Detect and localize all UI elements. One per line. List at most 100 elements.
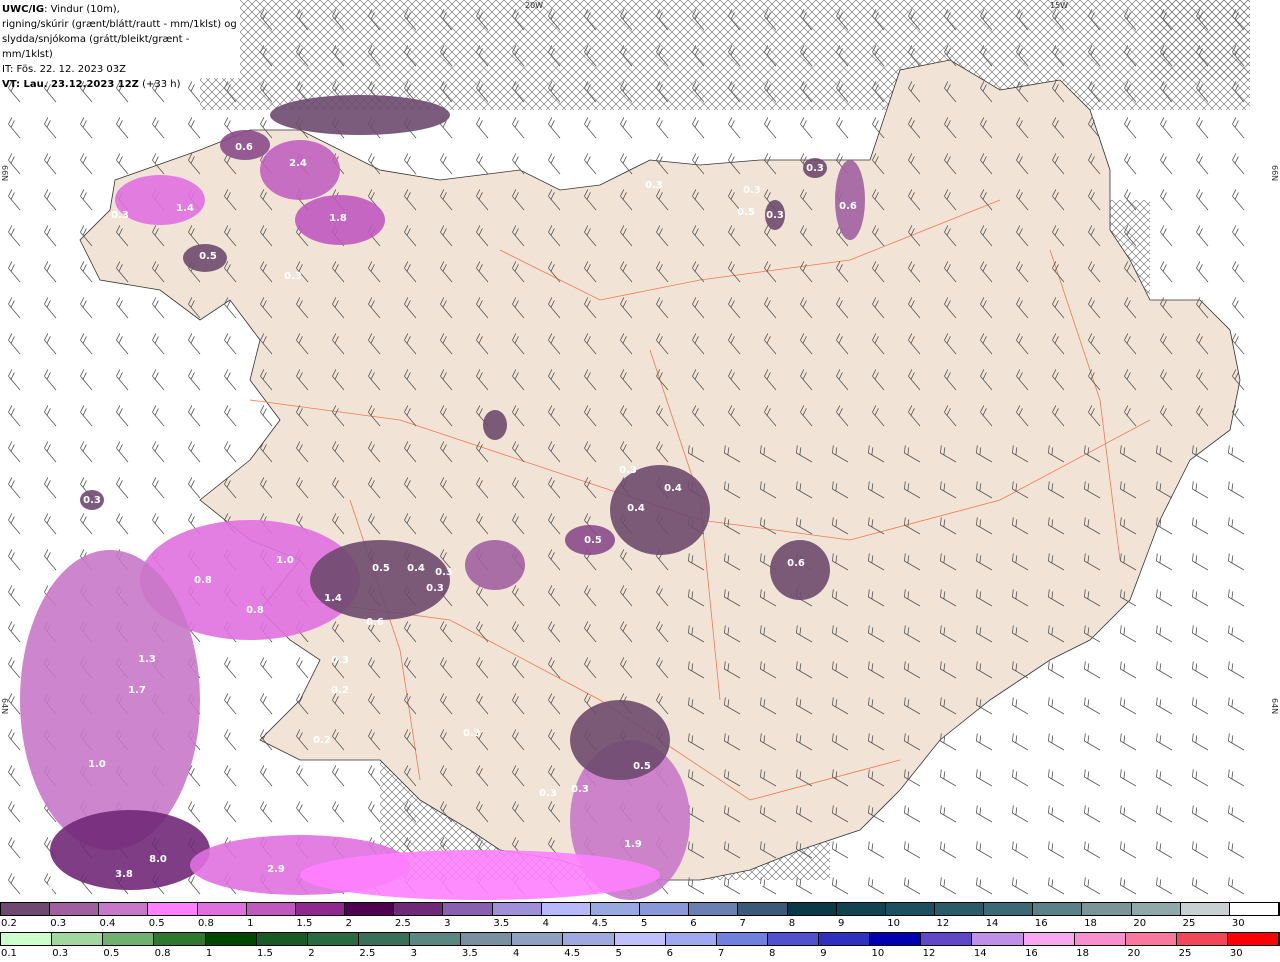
legend-swatch bbox=[410, 933, 462, 945]
legend-label: 3.5 bbox=[493, 918, 510, 929]
wind-barb bbox=[1156, 625, 1173, 643]
wind-barb bbox=[1196, 225, 1209, 247]
map-info-box: UWC/IG: Vindur (10m), rigning/skúrir (gr… bbox=[0, 0, 240, 90]
legend-swatch bbox=[50, 903, 100, 915]
wind-barb bbox=[1196, 189, 1209, 211]
contour-value-label: 2.4 bbox=[289, 158, 307, 169]
wind-barb bbox=[1084, 841, 1101, 859]
wind-barb bbox=[188, 441, 201, 463]
contour-value-label: 0.3 bbox=[284, 271, 302, 282]
wind-barb bbox=[1012, 877, 1029, 895]
wind-barb bbox=[188, 477, 201, 499]
contour-value-label: 0.5 bbox=[372, 563, 390, 574]
wind-barb bbox=[8, 405, 21, 427]
snow-legend: 0.2 0.3 0.4 0.5 0.8 1 1.5 2 2.5 3 3.5 4 4.5 5 6 7 8 9 10 12… bbox=[0, 902, 1280, 932]
wind-barb bbox=[1012, 733, 1029, 751]
wind-barb bbox=[152, 405, 165, 427]
legend-swatch bbox=[148, 903, 198, 915]
legend-swatch bbox=[1180, 903, 1230, 915]
legend-label: 0.8 bbox=[197, 918, 214, 929]
contour-value-label: 0.5 bbox=[633, 761, 651, 772]
wind-barb bbox=[1120, 769, 1137, 787]
contour-value-label: 8.0 bbox=[149, 854, 167, 865]
legend-swatch bbox=[614, 933, 666, 945]
wind-barb bbox=[1228, 589, 1245, 607]
wind-barb bbox=[116, 369, 129, 391]
wind-barb bbox=[152, 333, 165, 355]
legend-swatch bbox=[197, 903, 247, 915]
wind-barb bbox=[1192, 841, 1209, 859]
wind-barb bbox=[80, 405, 93, 427]
wind-barb bbox=[620, 117, 633, 139]
contour-value-label: 0.3 bbox=[124, 478, 142, 489]
wind-barb bbox=[1124, 117, 1137, 139]
legend-swatch bbox=[1082, 903, 1132, 915]
wind-barb bbox=[1192, 625, 1209, 643]
wind-barb bbox=[8, 297, 21, 319]
wind-barb bbox=[1232, 225, 1245, 247]
wind-barb bbox=[8, 765, 21, 787]
title-line3: slydda/snjókoma (grátt/bleikt/grænt - mm… bbox=[2, 34, 190, 60]
legend-swatch bbox=[1, 933, 53, 945]
wind-barb bbox=[224, 693, 237, 715]
wind-barb bbox=[44, 189, 57, 211]
wind-barb bbox=[976, 877, 993, 895]
wind-barb bbox=[1160, 153, 1173, 175]
wind-barb bbox=[512, 117, 525, 139]
legend-label: 2 bbox=[345, 918, 353, 929]
wind-barb bbox=[1232, 189, 1245, 211]
wind-barb bbox=[1048, 841, 1065, 859]
legend-swatch bbox=[492, 903, 542, 915]
wind-barb bbox=[1160, 189, 1173, 211]
contour-value-label: 3.8 bbox=[115, 869, 133, 880]
contour-value-label: 2.9 bbox=[267, 864, 285, 875]
contour-value-label: 1.7 bbox=[128, 685, 146, 696]
wind-barb bbox=[1120, 625, 1137, 643]
contour-value-label: 0.3 bbox=[111, 210, 129, 221]
title-line1: : Vindur (10m), bbox=[44, 4, 120, 15]
wind-barb bbox=[1228, 481, 1245, 499]
wind-barb bbox=[1228, 841, 1245, 859]
contour-value-label: 1.8 bbox=[329, 213, 347, 224]
wind-barb bbox=[1156, 805, 1173, 823]
legend-label: 20 bbox=[1133, 918, 1147, 929]
legend-label: 9 bbox=[837, 918, 845, 929]
wind-barb bbox=[940, 805, 957, 823]
precip-area bbox=[770, 540, 830, 600]
wind-barb bbox=[1084, 661, 1101, 679]
wind-barb bbox=[1228, 553, 1245, 571]
wind-barb bbox=[152, 477, 165, 499]
wind-barb bbox=[1196, 117, 1209, 139]
wind-barb bbox=[904, 841, 921, 859]
wind-barb bbox=[976, 733, 993, 751]
contour-value-label: 0.3 bbox=[83, 495, 101, 506]
wind-barb bbox=[44, 549, 57, 571]
wind-barb bbox=[80, 369, 93, 391]
wind-barb bbox=[332, 765, 345, 787]
wind-barb bbox=[800, 117, 813, 139]
wind-barb bbox=[44, 513, 57, 535]
legend-swatch bbox=[563, 933, 615, 945]
wind-barb bbox=[8, 837, 21, 859]
wind-barb bbox=[224, 333, 237, 355]
legend-label: 0.4 bbox=[99, 918, 116, 929]
wind-barb bbox=[836, 117, 849, 139]
wind-barb bbox=[296, 657, 309, 679]
wind-barb bbox=[224, 765, 237, 787]
weather-map: 0.62.41.40.3 1.80.50.30.3 0.30.5 0.30.60.30… bbox=[0, 0, 1279, 902]
wind-barb bbox=[152, 513, 165, 535]
contour-value-label: 0.3 bbox=[426, 583, 444, 594]
wind-barb bbox=[80, 297, 93, 319]
wind-barb bbox=[8, 585, 21, 607]
lat-label-66n-left: 66N bbox=[0, 165, 9, 181]
wind-barb bbox=[224, 369, 237, 391]
wind-barb bbox=[1084, 769, 1101, 787]
wind-barb bbox=[8, 261, 21, 283]
legend-swatch bbox=[1229, 903, 1280, 915]
precip-area bbox=[310, 540, 450, 620]
wind-barb bbox=[1084, 697, 1101, 715]
contour-value-label: 0.6 bbox=[366, 617, 384, 628]
precip-area bbox=[483, 410, 507, 440]
wind-barb bbox=[44, 405, 57, 427]
wind-barb bbox=[44, 441, 57, 463]
